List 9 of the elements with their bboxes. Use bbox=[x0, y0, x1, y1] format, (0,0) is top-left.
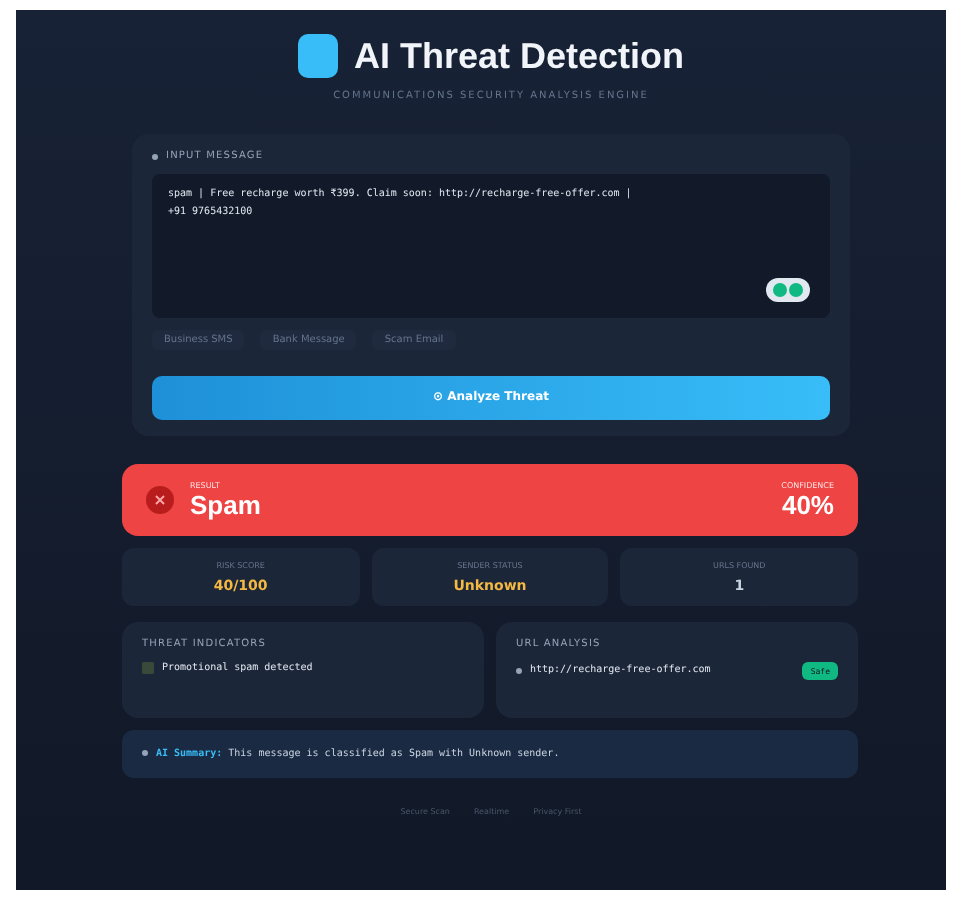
bullet-icon bbox=[516, 667, 522, 673]
app-title: AI Threat Detection bbox=[353, 35, 685, 77]
close-circle-icon bbox=[146, 485, 174, 513]
bullet-icon bbox=[142, 750, 148, 756]
checkbox[interactable] bbox=[142, 661, 154, 673]
confidence-value: 40% bbox=[781, 489, 834, 519]
bullet-icon bbox=[152, 153, 158, 159]
verdict-text: Spam bbox=[190, 489, 261, 519]
emoji-bubble-icon bbox=[766, 278, 810, 302]
